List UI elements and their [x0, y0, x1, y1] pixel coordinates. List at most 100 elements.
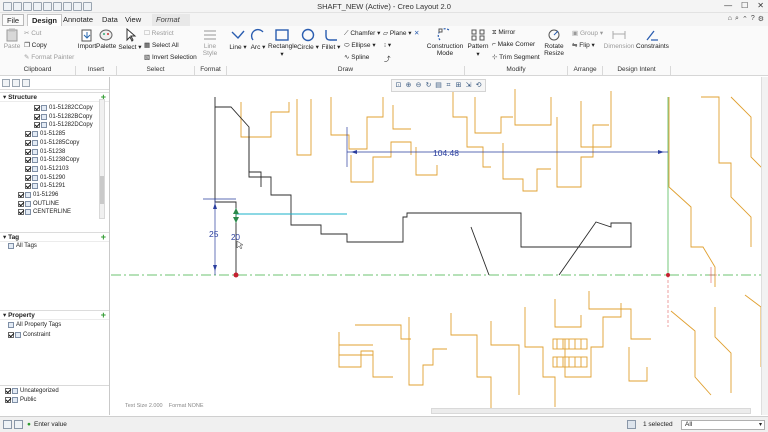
minimize-icon[interactable]: —	[724, 1, 732, 10]
structure-item[interactable]: 01-51238	[25, 148, 65, 155]
property-header[interactable]: ▾ Property +	[0, 310, 109, 320]
dimension-text-104[interactable]: 104.48	[433, 148, 459, 158]
dimension-button[interactable]: Dimension	[603, 28, 635, 50]
structure-item[interactable]: 01-51282BCopy	[34, 113, 92, 120]
select-button[interactable]: Select ▾	[118, 28, 142, 51]
public-checkbox[interactable]	[5, 397, 11, 403]
group-button[interactable]: ▣ Group ▾	[572, 29, 603, 37]
copy-button[interactable]: ❐ Copy	[24, 41, 47, 49]
drawing-canvas[interactable]: 104.48 25 20 ⊡ ⊕ ⊖ ↻ ▤ ⌗ ⊞ ⇲ ⟲ Text Size…	[111, 77, 768, 415]
structure-item[interactable]: 01-51238Copy	[25, 157, 79, 164]
structure-item[interactable]: 01-51285Copy	[25, 139, 79, 146]
tab-design[interactable]: Design	[27, 14, 63, 26]
selected-point[interactable]	[233, 272, 239, 278]
make-corner-button[interactable]: ⌐ Make Corner	[492, 41, 535, 48]
home-icon[interactable]: ⌂	[728, 15, 732, 23]
more-points-button[interactable]: ⁝ ▾	[384, 41, 391, 49]
search-icon[interactable]: ⌕	[735, 15, 739, 23]
annotation-display-icon[interactable]: ⇲	[464, 81, 473, 90]
structure-scroll-thumb[interactable]	[100, 176, 104, 204]
help-icon[interactable]: ?	[751, 15, 755, 23]
dimension-text-25[interactable]: 25	[209, 229, 219, 239]
invert-selection-button[interactable]: ▧ Invert Selection	[144, 53, 197, 61]
add-property-icon[interactable]: +	[101, 310, 106, 320]
add-tag-icon[interactable]: +	[101, 232, 106, 242]
structure-item[interactable]: 01-512103	[25, 165, 69, 172]
rotate-resize-button[interactable]: Rotate Resize	[541, 28, 567, 57]
tab-annotate[interactable]: Annotate	[59, 14, 97, 26]
flip-button[interactable]: ⇋ Flip ▾	[572, 41, 595, 49]
ellipse-button[interactable]: ⬭ Ellipse ▾	[344, 41, 376, 50]
structure-item-checkbox[interactable]	[34, 122, 40, 129]
layout-drawing[interactable]: 104.48 25 20	[111, 77, 768, 415]
structure-scrollbar[interactable]	[99, 99, 105, 219]
tab-data[interactable]: Data	[98, 14, 122, 26]
circle-button[interactable]: Circle ▾	[297, 28, 319, 51]
structure-item-checkbox[interactable]	[25, 131, 31, 138]
structure-item[interactable]: CENTERLINE	[18, 209, 71, 216]
import-button[interactable]: Import	[77, 28, 97, 50]
select-all-button[interactable]: ▦ Select All	[144, 41, 179, 49]
arc-button[interactable]: Arc ▾	[248, 28, 268, 51]
construction-mode-button[interactable]: Construction Mode	[426, 28, 464, 57]
settings-icon[interactable]: ⚙	[758, 15, 764, 23]
refit-icon[interactable]: ⊡	[394, 81, 403, 90]
structure-item[interactable]: 01-51296	[18, 192, 58, 198]
structure-item-checkbox[interactable]	[18, 200, 24, 207]
structure-item-checkbox[interactable]	[34, 113, 40, 120]
sketch-profile[interactable]	[214, 97, 632, 276]
palette-button[interactable]: Palette	[96, 28, 116, 50]
public-item[interactable]: Public	[5, 397, 36, 403]
structure-item-checkbox[interactable]	[18, 209, 24, 216]
sketch-profile-left[interactable]	[214, 107, 237, 275]
tab-file[interactable]: File	[2, 14, 25, 26]
tag-header[interactable]: ▾ Tag +	[0, 232, 109, 242]
structure-item-checkbox[interactable]	[25, 174, 31, 181]
format-painter-button[interactable]: ✎ Format Painter	[24, 53, 74, 61]
repaint-icon[interactable]: ↻	[424, 81, 433, 90]
structure-item[interactable]: 01-51282CCopy	[34, 105, 93, 111]
structure-item[interactable]: 01-51290	[25, 174, 65, 181]
mirror-button[interactable]: ⧖ Mirror	[492, 29, 515, 37]
graphics-toolbar-icon[interactable]	[3, 420, 12, 429]
vertical-scrollbar[interactable]	[761, 77, 768, 415]
chamfer-button[interactable]: ⟋ Chamfer ▾	[344, 29, 380, 38]
structure-header[interactable]: ▾ Structure +	[0, 92, 109, 102]
structure-item[interactable]: 01-51291	[25, 183, 65, 190]
layer-tree-icon[interactable]	[2, 79, 10, 87]
structure-item-checkbox[interactable]	[25, 183, 31, 190]
layers-icon[interactable]	[12, 79, 20, 87]
sketch-display-icon[interactable]: ⌗	[444, 81, 453, 90]
structure-item-checkbox[interactable]	[25, 165, 31, 172]
tab-format[interactable]: Format	[152, 14, 190, 26]
filter-icon[interactable]	[22, 79, 30, 87]
structure-item[interactable]: 01-51285	[25, 131, 65, 138]
reference-point[interactable]	[666, 273, 670, 277]
selection-filter-icon[interactable]	[627, 420, 636, 429]
draw-close-icon[interactable]: ✕	[414, 29, 419, 37]
structure-item[interactable]: 01-51282DCopy	[34, 122, 93, 129]
line-style-button[interactable]: Line Style	[198, 28, 222, 57]
display-style-icon[interactable]: ▤	[434, 81, 443, 90]
minimize-ribbon-icon[interactable]: ⌃	[742, 15, 748, 23]
trim-segment-button[interactable]: ⊹ Trim Segment	[492, 53, 540, 61]
centerpoint-button[interactable]: ⤴	[384, 53, 391, 63]
maximize-icon[interactable]: ☐	[741, 1, 748, 10]
grid-icon[interactable]: ⊞	[454, 81, 463, 90]
paste-button[interactable]: Paste	[3, 28, 21, 50]
structure-item-checkbox[interactable]	[25, 148, 31, 155]
previous-view-icon[interactable]: ⟲	[474, 81, 483, 90]
structure-item-checkbox[interactable]	[25, 139, 31, 146]
pattern-button[interactable]: Pattern ▾	[467, 28, 489, 58]
structure-item-checkbox[interactable]	[34, 105, 40, 111]
structure-item-checkbox[interactable]	[25, 157, 31, 164]
tab-view[interactable]: View	[121, 14, 145, 26]
constraint-item[interactable]: Constraint	[8, 332, 50, 338]
cut-button[interactable]: ✂ Cut	[24, 29, 41, 37]
uncategorized-item[interactable]: Uncategorized	[5, 388, 59, 394]
close-icon[interactable]: ✕	[757, 1, 764, 10]
selection-filter-dropdown[interactable]: All	[681, 420, 765, 430]
restrict-button[interactable]: ☐ Restrict	[144, 29, 174, 37]
uncategorized-checkbox[interactable]	[5, 388, 11, 394]
zoom-out-icon[interactable]: ⊖	[414, 81, 423, 90]
